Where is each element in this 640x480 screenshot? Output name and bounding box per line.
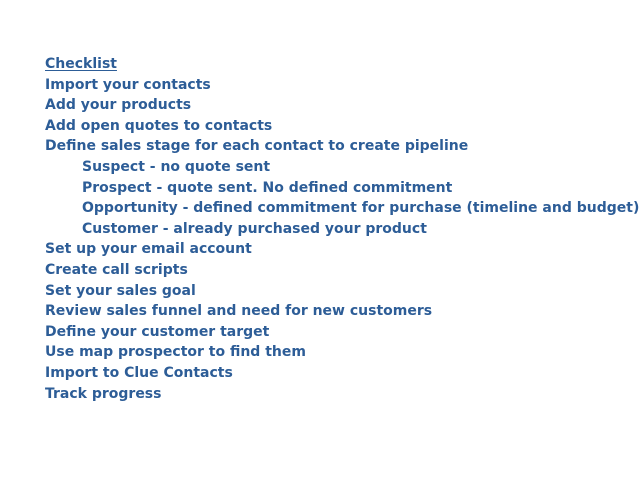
checklist-title: Checklist [45, 56, 117, 72]
checklist-subitem-suspect: Suspect - no quote sent [82, 158, 271, 175]
checklist-item-define-sales-stage: Define sales stage for each contact to c… [45, 138, 469, 155]
checklist-item-map-prospector: Use map prospector to find them [45, 344, 306, 361]
checklist-item-call-scripts: Create call scripts [45, 261, 188, 278]
checklist-item-email-account: Set up your email account [45, 241, 252, 258]
checklist-item-track-progress: Track progress [45, 385, 162, 402]
checklist-item-import-clue: Import to Clue Contacts [45, 364, 233, 381]
checklist-subitem-customer: Customer - already purchased your produc… [82, 220, 427, 237]
checklist-subitem-prospect: Prospect - quote sent. No defined commit… [82, 179, 453, 196]
checklist-item-review-funnel: Review sales funnel and need for new cus… [45, 303, 433, 320]
checklist-item-add-open-quotes: Add open quotes to contacts [45, 117, 273, 134]
checklist: Checklist Import your contacts Add your … [45, 54, 639, 404]
checklist-subitem-opportunity: Opportunity - defined commitment for pur… [82, 200, 640, 217]
checklist-item-import-contacts: Import your contacts [45, 76, 211, 93]
checklist-item-customer-target: Define your customer target [45, 323, 270, 340]
checklist-item-sales-goal: Set your sales goal [45, 282, 196, 299]
checklist-item-add-products: Add your products [45, 97, 192, 114]
